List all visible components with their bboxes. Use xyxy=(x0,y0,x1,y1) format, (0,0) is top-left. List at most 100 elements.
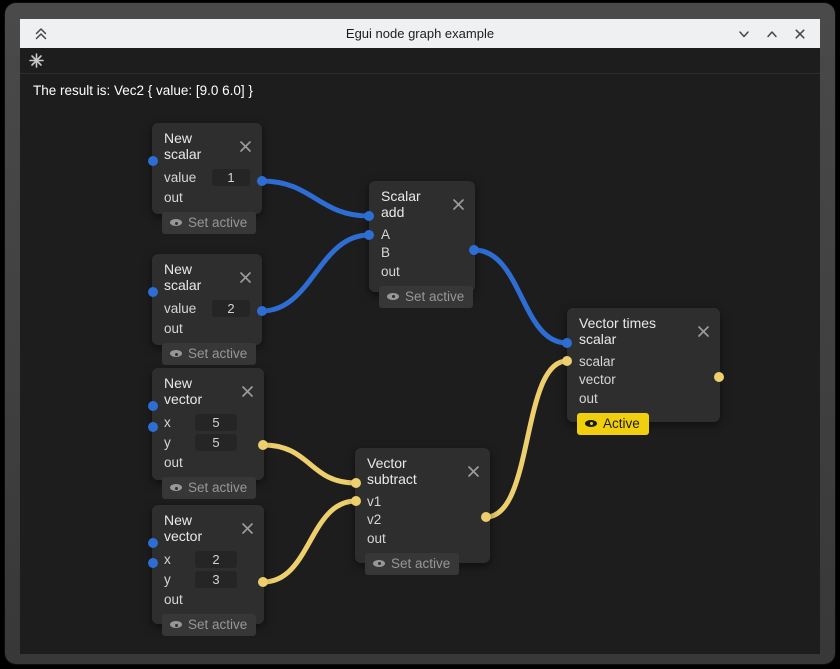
node-close-icon[interactable] xyxy=(239,140,252,153)
window-maximize-icon[interactable] xyxy=(764,26,780,41)
wire-vector1-to-subtract-v1 xyxy=(263,445,356,483)
port-scalar1-out[interactable] xyxy=(257,176,267,186)
row-label: out xyxy=(579,391,598,406)
node-new-vector-1[interactable]: New vector x 5 y 5 out xyxy=(152,368,264,480)
port-subtract-out[interactable] xyxy=(481,512,491,522)
eye-icon xyxy=(585,419,597,428)
menu-asterisk-icon[interactable] xyxy=(29,53,45,69)
window-titlebar[interactable]: Egui node graph example xyxy=(20,19,820,48)
set-active-button[interactable]: Set active xyxy=(379,286,473,308)
port-times-out[interactable] xyxy=(714,372,724,382)
input-row-a: A xyxy=(381,225,463,244)
port-vector2-x-in[interactable] xyxy=(148,538,158,548)
row-label: out xyxy=(381,264,400,279)
set-active-button[interactable]: Set active xyxy=(162,212,256,234)
node-vector-subtract[interactable]: Vector subtract v1 v2 out Set active xyxy=(355,448,490,563)
eye-icon xyxy=(170,620,182,629)
window-minimize-icon[interactable] xyxy=(736,26,752,41)
row-label: x xyxy=(164,415,183,430)
node-close-icon[interactable] xyxy=(241,522,254,535)
value-drag-field[interactable]: 2 xyxy=(212,300,250,317)
node-close-icon[interactable] xyxy=(241,385,254,398)
top-menu-bar xyxy=(20,48,820,74)
set-active-button[interactable]: Set active xyxy=(162,477,256,499)
output-row-out: out xyxy=(164,589,252,609)
row-label: out xyxy=(367,531,386,546)
input-row-y: y 3 xyxy=(164,569,252,589)
node-close-icon[interactable] xyxy=(697,325,710,338)
port-vector1-x-in[interactable] xyxy=(148,401,158,411)
node-title: Vector subtract xyxy=(367,455,457,487)
port-vector2-y-in[interactable] xyxy=(148,558,158,568)
input-row-y: y 5 xyxy=(164,432,252,452)
value-drag-field[interactable]: 3 xyxy=(195,571,237,588)
eye-icon xyxy=(170,483,182,492)
node-title: New scalar xyxy=(164,261,229,293)
node-close-icon[interactable] xyxy=(239,271,252,284)
port-vector2-out[interactable] xyxy=(258,577,268,587)
port-scalar2-value-in[interactable] xyxy=(148,287,158,297)
row-label: scalar xyxy=(579,354,615,369)
port-scalar2-out[interactable] xyxy=(257,306,267,316)
node-close-icon[interactable] xyxy=(467,465,480,478)
node-title: New scalar xyxy=(164,130,229,162)
row-label: out xyxy=(164,190,183,205)
port-add-b-in[interactable] xyxy=(364,230,374,240)
set-active-button[interactable]: Set active xyxy=(365,553,459,575)
port-subtract-v1-in[interactable] xyxy=(351,478,361,488)
wire-add-to-times-scalar xyxy=(474,250,567,343)
row-label: v1 xyxy=(367,494,381,509)
value-drag-field[interactable]: 5 xyxy=(195,434,237,451)
output-row-out: out xyxy=(367,529,478,548)
button-label: Set active xyxy=(405,289,464,304)
node-close-icon[interactable] xyxy=(452,198,465,211)
set-active-button[interactable]: Set active xyxy=(162,343,256,365)
wire-scalar2-to-add-b xyxy=(262,235,369,311)
port-times-vector-in[interactable] xyxy=(562,356,572,366)
node-new-vector-2[interactable]: New vector x 2 y 3 out xyxy=(152,505,264,624)
row-label: value xyxy=(164,301,202,316)
port-vector1-y-in[interactable] xyxy=(148,422,158,432)
row-label: out xyxy=(164,321,183,336)
node-scalar-add[interactable]: Scalar add A B out Set active xyxy=(369,181,475,292)
set-active-button[interactable]: Set active xyxy=(162,614,256,636)
active-button[interactable]: Active xyxy=(577,413,649,435)
button-label: Set active xyxy=(391,556,450,571)
node-title: New vector xyxy=(164,375,231,407)
value-drag-field[interactable]: 5 xyxy=(195,414,237,431)
window-title: Egui node graph example xyxy=(346,26,494,41)
input-row-value: value 2 xyxy=(164,298,250,318)
port-add-a-in[interactable] xyxy=(364,211,374,221)
row-label: vector xyxy=(579,372,616,387)
row-label: y xyxy=(164,435,183,450)
row-label: A xyxy=(381,227,390,242)
input-row-v1: v1 xyxy=(367,492,478,511)
output-row-out: out xyxy=(164,318,250,338)
eye-icon xyxy=(170,218,182,227)
input-row-value: value 1 xyxy=(164,167,250,187)
port-subtract-v2-in[interactable] xyxy=(351,496,361,506)
value-drag-field[interactable]: 2 xyxy=(195,551,237,568)
node-title: Scalar add xyxy=(381,188,442,220)
port-vector1-out[interactable] xyxy=(258,440,268,450)
port-scalar1-value-in[interactable] xyxy=(148,156,158,166)
wire-subtract-to-times-vector xyxy=(486,361,567,517)
node-vector-times-scalar[interactable]: Vector times scalar scalar vector out Ac… xyxy=(567,308,720,422)
input-row-scalar: scalar xyxy=(579,352,708,371)
input-row-vector: vector xyxy=(579,371,708,390)
window-shade-icon[interactable] xyxy=(33,26,49,41)
window-close-icon[interactable] xyxy=(792,26,808,41)
node-new-scalar-2[interactable]: New scalar value 2 out Set active xyxy=(152,254,262,345)
row-label: x xyxy=(164,552,183,567)
button-label: Set active xyxy=(188,617,247,632)
eye-icon xyxy=(373,559,385,568)
value-drag-field[interactable]: 1 xyxy=(212,169,250,186)
port-add-out[interactable] xyxy=(469,245,479,255)
graph-canvas[interactable]: The result is: Vec2 { value: [9.0 6.0] }… xyxy=(20,48,820,654)
output-row-out: out xyxy=(579,389,708,408)
node-new-scalar-1[interactable]: New scalar value 1 out Set active xyxy=(152,123,262,214)
port-times-scalar-in[interactable] xyxy=(562,338,572,348)
button-label: Set active xyxy=(188,346,247,361)
wire-vector2-to-subtract-v2 xyxy=(263,501,356,582)
app-window: Egui node graph example The result is: V… xyxy=(5,3,835,664)
